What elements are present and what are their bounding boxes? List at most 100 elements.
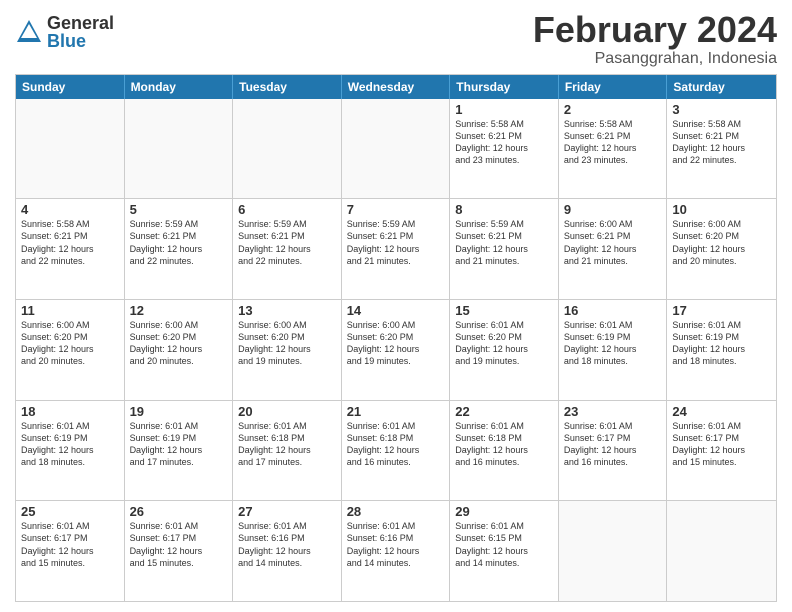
calendar-row-0: 1Sunrise: 5:58 AM Sunset: 6:21 PM Daylig…: [16, 99, 776, 199]
day-number: 23: [564, 404, 662, 419]
day-number: 10: [672, 202, 771, 217]
calendar-cell: 26Sunrise: 6:01 AM Sunset: 6:17 PM Dayli…: [125, 501, 234, 601]
day-info: Sunrise: 6:01 AM Sunset: 6:16 PM Dayligh…: [347, 520, 445, 569]
calendar-header: SundayMondayTuesdayWednesdayThursdayFrid…: [16, 75, 776, 99]
day-number: 1: [455, 102, 553, 117]
day-info: Sunrise: 6:01 AM Sunset: 6:17 PM Dayligh…: [21, 520, 119, 569]
calendar-cell: 12Sunrise: 6:00 AM Sunset: 6:20 PM Dayli…: [125, 300, 234, 400]
day-info: Sunrise: 5:58 AM Sunset: 6:21 PM Dayligh…: [455, 118, 553, 167]
logo: General Blue: [15, 14, 114, 50]
day-info: Sunrise: 6:00 AM Sunset: 6:20 PM Dayligh…: [130, 319, 228, 368]
calendar-cell: 28Sunrise: 6:01 AM Sunset: 6:16 PM Dayli…: [342, 501, 451, 601]
day-info: Sunrise: 6:01 AM Sunset: 6:18 PM Dayligh…: [455, 420, 553, 469]
calendar-cell: 23Sunrise: 6:01 AM Sunset: 6:17 PM Dayli…: [559, 401, 668, 501]
calendar-cell: 17Sunrise: 6:01 AM Sunset: 6:19 PM Dayli…: [667, 300, 776, 400]
calendar-cell: [342, 99, 451, 199]
day-info: Sunrise: 6:01 AM Sunset: 6:17 PM Dayligh…: [130, 520, 228, 569]
calendar-cell: 22Sunrise: 6:01 AM Sunset: 6:18 PM Dayli…: [450, 401, 559, 501]
day-number: 9: [564, 202, 662, 217]
header: General Blue February 2024 Pasanggrahan,…: [15, 10, 777, 68]
day-number: 13: [238, 303, 336, 318]
day-number: 12: [130, 303, 228, 318]
page: General Blue February 2024 Pasanggrahan,…: [0, 0, 792, 612]
calendar-cell: 29Sunrise: 6:01 AM Sunset: 6:15 PM Dayli…: [450, 501, 559, 601]
day-info: Sunrise: 6:01 AM Sunset: 6:19 PM Dayligh…: [564, 319, 662, 368]
day-number: 29: [455, 504, 553, 519]
calendar-cell: 10Sunrise: 6:00 AM Sunset: 6:20 PM Dayli…: [667, 199, 776, 299]
day-number: 16: [564, 303, 662, 318]
header-day-monday: Monday: [125, 75, 234, 99]
header-day-sunday: Sunday: [16, 75, 125, 99]
day-info: Sunrise: 6:01 AM Sunset: 6:20 PM Dayligh…: [455, 319, 553, 368]
calendar-row-2: 11Sunrise: 6:00 AM Sunset: 6:20 PM Dayli…: [16, 299, 776, 400]
calendar-cell: 1Sunrise: 5:58 AM Sunset: 6:21 PM Daylig…: [450, 99, 559, 199]
calendar-cell: [667, 501, 776, 601]
title-area: February 2024 Pasanggrahan, Indonesia: [533, 10, 777, 68]
logo-icon: [15, 18, 43, 46]
day-info: Sunrise: 5:59 AM Sunset: 6:21 PM Dayligh…: [347, 218, 445, 267]
calendar-cell: 4Sunrise: 5:58 AM Sunset: 6:21 PM Daylig…: [16, 199, 125, 299]
calendar-body: 1Sunrise: 5:58 AM Sunset: 6:21 PM Daylig…: [16, 99, 776, 601]
location: Pasanggrahan, Indonesia: [533, 50, 777, 68]
logo-blue: Blue: [47, 32, 114, 50]
day-info: Sunrise: 5:59 AM Sunset: 6:21 PM Dayligh…: [130, 218, 228, 267]
day-number: 14: [347, 303, 445, 318]
day-number: 7: [347, 202, 445, 217]
day-number: 20: [238, 404, 336, 419]
calendar-cell: 2Sunrise: 5:58 AM Sunset: 6:21 PM Daylig…: [559, 99, 668, 199]
calendar-cell: 25Sunrise: 6:01 AM Sunset: 6:17 PM Dayli…: [16, 501, 125, 601]
month-title: February 2024: [533, 10, 777, 50]
calendar-cell: [233, 99, 342, 199]
day-info: Sunrise: 6:00 AM Sunset: 6:20 PM Dayligh…: [672, 218, 771, 267]
calendar-cell: 21Sunrise: 6:01 AM Sunset: 6:18 PM Dayli…: [342, 401, 451, 501]
calendar-cell: 3Sunrise: 5:58 AM Sunset: 6:21 PM Daylig…: [667, 99, 776, 199]
day-number: 19: [130, 404, 228, 419]
day-info: Sunrise: 6:01 AM Sunset: 6:16 PM Dayligh…: [238, 520, 336, 569]
day-info: Sunrise: 6:01 AM Sunset: 6:18 PM Dayligh…: [347, 420, 445, 469]
day-info: Sunrise: 6:00 AM Sunset: 6:20 PM Dayligh…: [21, 319, 119, 368]
day-info: Sunrise: 5:59 AM Sunset: 6:21 PM Dayligh…: [238, 218, 336, 267]
logo-text: General Blue: [47, 14, 114, 50]
calendar-cell: 16Sunrise: 6:01 AM Sunset: 6:19 PM Dayli…: [559, 300, 668, 400]
day-number: 15: [455, 303, 553, 318]
day-info: Sunrise: 5:58 AM Sunset: 6:21 PM Dayligh…: [564, 118, 662, 167]
calendar-cell: 9Sunrise: 6:00 AM Sunset: 6:21 PM Daylig…: [559, 199, 668, 299]
day-number: 21: [347, 404, 445, 419]
day-number: 26: [130, 504, 228, 519]
calendar-cell: 20Sunrise: 6:01 AM Sunset: 6:18 PM Dayli…: [233, 401, 342, 501]
day-number: 17: [672, 303, 771, 318]
day-number: 18: [21, 404, 119, 419]
calendar-cell: 13Sunrise: 6:00 AM Sunset: 6:20 PM Dayli…: [233, 300, 342, 400]
calendar-cell: [559, 501, 668, 601]
calendar-cell: 5Sunrise: 5:59 AM Sunset: 6:21 PM Daylig…: [125, 199, 234, 299]
day-info: Sunrise: 6:00 AM Sunset: 6:21 PM Dayligh…: [564, 218, 662, 267]
day-number: 22: [455, 404, 553, 419]
calendar-cell: 19Sunrise: 6:01 AM Sunset: 6:19 PM Dayli…: [125, 401, 234, 501]
calendar-row-4: 25Sunrise: 6:01 AM Sunset: 6:17 PM Dayli…: [16, 500, 776, 601]
day-number: 24: [672, 404, 771, 419]
day-number: 6: [238, 202, 336, 217]
calendar-cell: 15Sunrise: 6:01 AM Sunset: 6:20 PM Dayli…: [450, 300, 559, 400]
header-day-saturday: Saturday: [667, 75, 776, 99]
calendar-row-3: 18Sunrise: 6:01 AM Sunset: 6:19 PM Dayli…: [16, 400, 776, 501]
header-day-wednesday: Wednesday: [342, 75, 451, 99]
day-info: Sunrise: 6:01 AM Sunset: 6:18 PM Dayligh…: [238, 420, 336, 469]
calendar-cell: 18Sunrise: 6:01 AM Sunset: 6:19 PM Dayli…: [16, 401, 125, 501]
day-info: Sunrise: 6:01 AM Sunset: 6:17 PM Dayligh…: [672, 420, 771, 469]
day-info: Sunrise: 5:58 AM Sunset: 6:21 PM Dayligh…: [672, 118, 771, 167]
day-number: 25: [21, 504, 119, 519]
day-number: 8: [455, 202, 553, 217]
day-number: 5: [130, 202, 228, 217]
day-number: 11: [21, 303, 119, 318]
day-number: 3: [672, 102, 771, 117]
day-number: 27: [238, 504, 336, 519]
header-day-friday: Friday: [559, 75, 668, 99]
day-info: Sunrise: 6:01 AM Sunset: 6:15 PM Dayligh…: [455, 520, 553, 569]
day-number: 4: [21, 202, 119, 217]
day-info: Sunrise: 6:00 AM Sunset: 6:20 PM Dayligh…: [347, 319, 445, 368]
calendar-cell: 11Sunrise: 6:00 AM Sunset: 6:20 PM Dayli…: [16, 300, 125, 400]
day-number: 28: [347, 504, 445, 519]
calendar-cell: [16, 99, 125, 199]
calendar-cell: [125, 99, 234, 199]
calendar-cell: 24Sunrise: 6:01 AM Sunset: 6:17 PM Dayli…: [667, 401, 776, 501]
